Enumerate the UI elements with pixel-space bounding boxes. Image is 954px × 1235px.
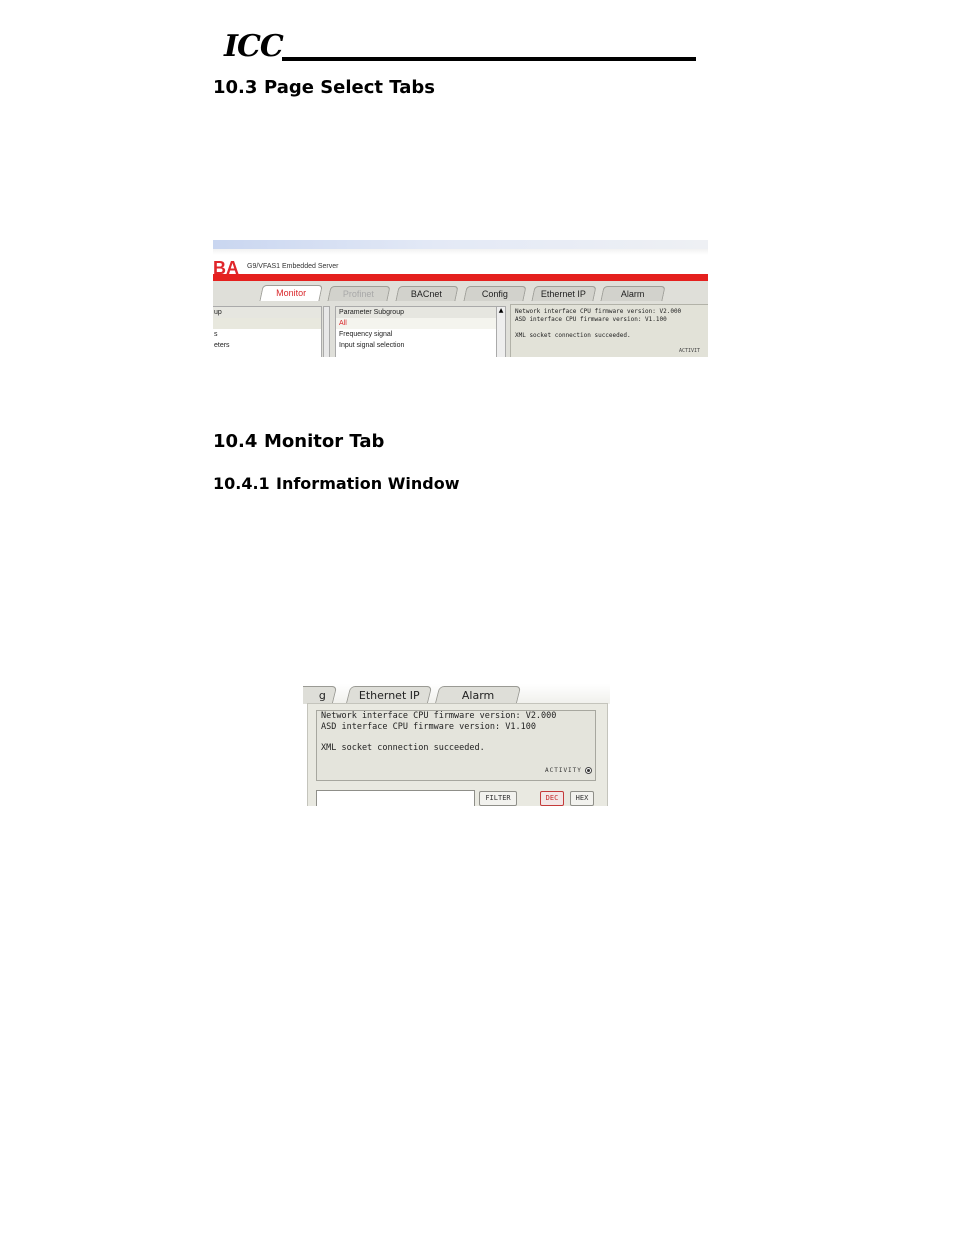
dec-button[interactable]: DEC	[540, 791, 564, 806]
tab-config[interactable]: g	[303, 686, 338, 704]
list-item[interactable]: Frequency signal	[336, 329, 497, 340]
section-number: 10.3	[213, 77, 258, 98]
tab-bacnet[interactable]: BACnet	[395, 286, 459, 301]
tab-monitor[interactable]: Monitor	[259, 285, 323, 302]
activity-label: ACTIVITY	[545, 767, 582, 774]
tab-label: Alarm	[461, 689, 495, 702]
brand-bar	[213, 274, 708, 281]
page-select-tabs-screenshot: BA G9/VFAS1 Embedded Server Monitor Prof…	[213, 240, 708, 357]
server-title: G9/VFAS1 Embedded Server	[247, 263, 339, 270]
list-header: Parameter Subgroup	[336, 307, 497, 318]
information-window-screenshot: g Ethernet IP Alarm Network interface CP…	[303, 684, 610, 806]
tab-alarm[interactable]: Alarm	[600, 286, 666, 301]
icc-logo: ICC	[224, 29, 284, 64]
section-heading-10-3: 10.3 Page Select Tabs	[213, 77, 435, 99]
list-item[interactable]	[213, 351, 321, 357]
tab-label: Ethernet IP	[541, 289, 587, 299]
activity-label: ACTIVIT	[679, 348, 701, 354]
list-item[interactable]: s	[213, 329, 321, 340]
section-heading-10-4: 10.4 Monitor Tab	[213, 431, 384, 453]
hex-button[interactable]: HEX	[570, 791, 594, 806]
info-line: ASD interface CPU firmware version: V1.1…	[321, 722, 536, 732]
list-item[interactable]: Input signal selection	[336, 340, 497, 351]
tab-alarm[interactable]: Alarm	[434, 686, 522, 704]
tab-label: Ethernet IP	[358, 689, 420, 702]
tab-label: Profinet	[343, 289, 375, 299]
tab-label: g	[318, 689, 326, 702]
section-title: Information Window	[276, 474, 460, 493]
section-title: Monitor Tab	[264, 431, 385, 452]
tab-ethernet-ip[interactable]: Ethernet IP	[345, 686, 433, 704]
tab-ethernet-ip[interactable]: Ethernet IP	[531, 286, 597, 301]
info-line: XML socket connection succeeded.	[515, 332, 631, 339]
tab-label: Alarm	[621, 289, 645, 299]
tab-profinet[interactable]: Profinet	[327, 286, 391, 301]
section-title: Page Select Tabs	[264, 77, 436, 98]
info-line: ASD interface CPU firmware version: V1.1…	[515, 316, 667, 323]
list-item[interactable]	[213, 318, 321, 329]
parameter-group-list[interactable]: up s eters	[213, 306, 322, 357]
chrome-shadow	[213, 249, 708, 255]
info-line: Network interface CPU firmware version: …	[515, 308, 682, 315]
group-list-scrollbar[interactable]	[323, 306, 330, 357]
filter-input[interactable]	[316, 790, 475, 806]
list-item[interactable]: eters	[213, 340, 321, 351]
tab-label: BACnet	[411, 289, 443, 299]
tab-config[interactable]: Config	[463, 286, 527, 301]
subgroup-list-scrollbar[interactable]: ▲	[496, 306, 506, 357]
tab-label: Monitor	[276, 288, 307, 298]
header-rule	[282, 57, 696, 61]
tab-label: Config	[481, 289, 508, 299]
section-heading-10-4-1: 10.4.1 Information Window	[213, 474, 460, 494]
filter-button[interactable]: FILTER	[479, 791, 517, 806]
parameter-subgroup-list[interactable]: Parameter Subgroup All Frequency signal …	[335, 306, 498, 357]
section-number: 10.4.1	[213, 474, 270, 493]
activity-indicator-icon	[585, 767, 592, 774]
list-item[interactable]: All	[336, 318, 497, 329]
browser-chrome	[213, 240, 708, 249]
info-line: Network interface CPU firmware version: …	[321, 711, 557, 721]
section-number: 10.4	[213, 431, 258, 452]
info-line: XML socket connection succeeded.	[321, 743, 485, 753]
scroll-up-arrow-icon[interactable]: ▲	[499, 307, 504, 314]
info-line	[511, 324, 708, 332]
list-item: up	[213, 307, 321, 318]
